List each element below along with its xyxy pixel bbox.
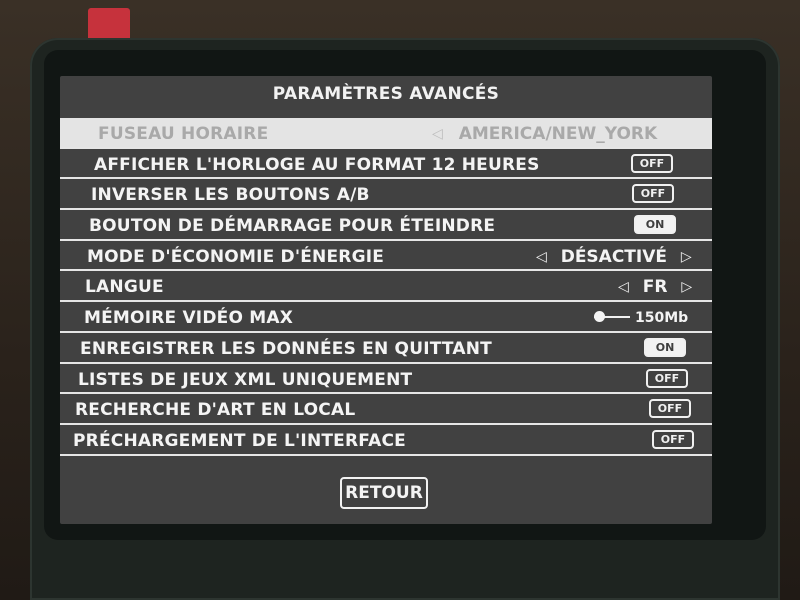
setting-value-selector[interactable]: ◁ AMERICA/NEW_YORK xyxy=(432,124,657,144)
setting-label: LANGUE xyxy=(85,277,164,298)
setting-row-language[interactable]: LANGUE ◁ FR ▷ xyxy=(60,271,712,303)
setting-label: RECHERCHE D'ART EN LOCAL xyxy=(75,400,356,421)
setting-value: 150Mb xyxy=(635,310,689,327)
setting-label: MODE D'ÉCONOMIE D'ÉNERGIE xyxy=(87,246,385,267)
settings-list: FUSEAU HORAIRE ◁ AMERICA/NEW_YORK AFFICH… xyxy=(60,118,712,456)
toggle-switch[interactable]: OFF xyxy=(632,184,674,204)
toggle-switch[interactable]: ON xyxy=(634,215,676,235)
toggle-switch[interactable]: OFF xyxy=(649,399,691,419)
setting-row-video-memory[interactable]: MÉMOIRE VIDÉO MAX 150Mb xyxy=(60,302,712,333)
arrow-right-icon[interactable]: ▷ xyxy=(681,279,692,295)
setting-label: INVERSER LES BOUTONS A/B xyxy=(91,185,370,206)
arrow-left-icon[interactable]: ◁ xyxy=(536,249,547,265)
setting-label: LISTES DE JEUX XML UNIQUEMENT xyxy=(78,369,413,390)
settings-screen: PARAMÈTRES AVANCÉS FUSEAU HORAIRE ◁ AMER… xyxy=(60,76,712,524)
setting-row-save-on-exit[interactable]: ENREGISTRER LES DONNÉES EN QUITTANT ON xyxy=(60,333,712,364)
setting-value: DÉSACTIVÉ xyxy=(560,246,667,267)
toggle-switch[interactable]: OFF xyxy=(631,153,673,173)
setting-label: MÉMOIRE VIDÉO MAX xyxy=(84,308,294,329)
setting-label: FUSEAU HORAIRE xyxy=(98,124,269,144)
setting-row-12h-clock[interactable]: AFFICHER L'HORLOGE AU FORMAT 12 HEURES O… xyxy=(60,149,712,180)
video-memory-slider[interactable] xyxy=(594,311,630,323)
setting-row-local-art[interactable]: RECHERCHE D'ART EN LOCAL OFF xyxy=(60,394,712,425)
arrow-right-icon[interactable]: ▷ xyxy=(681,249,692,265)
setting-row-power-saving[interactable]: MODE D'ÉCONOMIE D'ÉNERGIE ◁ DÉSACTIVÉ ▷ xyxy=(60,241,712,272)
arrow-left-icon[interactable]: ◁ xyxy=(618,279,629,295)
setting-label: BOUTON DE DÉMARRAGE POUR ÉTEINDRE xyxy=(89,216,496,237)
setting-value-selector[interactable]: ◁ DÉSACTIVÉ ▷ xyxy=(536,247,692,267)
slider-knob[interactable] xyxy=(594,311,605,323)
toggle-switch[interactable]: ON xyxy=(644,337,686,357)
setting-row-preload-ui[interactable]: PRÉCHARGEMENT DE L'INTERFACE OFF xyxy=(60,425,712,456)
setting-value: AMERICA/NEW_YORK xyxy=(458,124,658,144)
setting-row-power-button[interactable]: BOUTON DE DÉMARRAGE POUR ÉTEINDRE ON xyxy=(60,210,712,241)
screen-title: PARAMÈTRES AVANCÉS xyxy=(272,84,500,104)
toggle-switch[interactable]: OFF xyxy=(646,368,688,388)
back-button[interactable]: RETOUR xyxy=(340,477,428,509)
toggle-switch[interactable]: OFF xyxy=(652,429,694,449)
setting-row-timezone[interactable]: FUSEAU HORAIRE ◁ AMERICA/NEW_YORK xyxy=(60,118,712,149)
setting-value: FR xyxy=(642,277,668,298)
setting-label: ENREGISTRER LES DONNÉES EN QUITTANT xyxy=(80,338,492,359)
setting-value-selector[interactable]: ◁ FR ▷ xyxy=(618,277,692,297)
setting-row-xml-only[interactable]: LISTES DE JEUX XML UNIQUEMENT OFF xyxy=(60,364,712,395)
setting-row-swap-ab[interactable]: INVERSER LES BOUTONS A/B OFF xyxy=(60,179,712,211)
arrow-left-icon[interactable]: ◁ xyxy=(432,126,443,142)
setting-label: AFFICHER L'HORLOGE AU FORMAT 12 HEURES xyxy=(94,154,540,175)
setting-label: PRÉCHARGEMENT DE L'INTERFACE xyxy=(73,430,406,451)
